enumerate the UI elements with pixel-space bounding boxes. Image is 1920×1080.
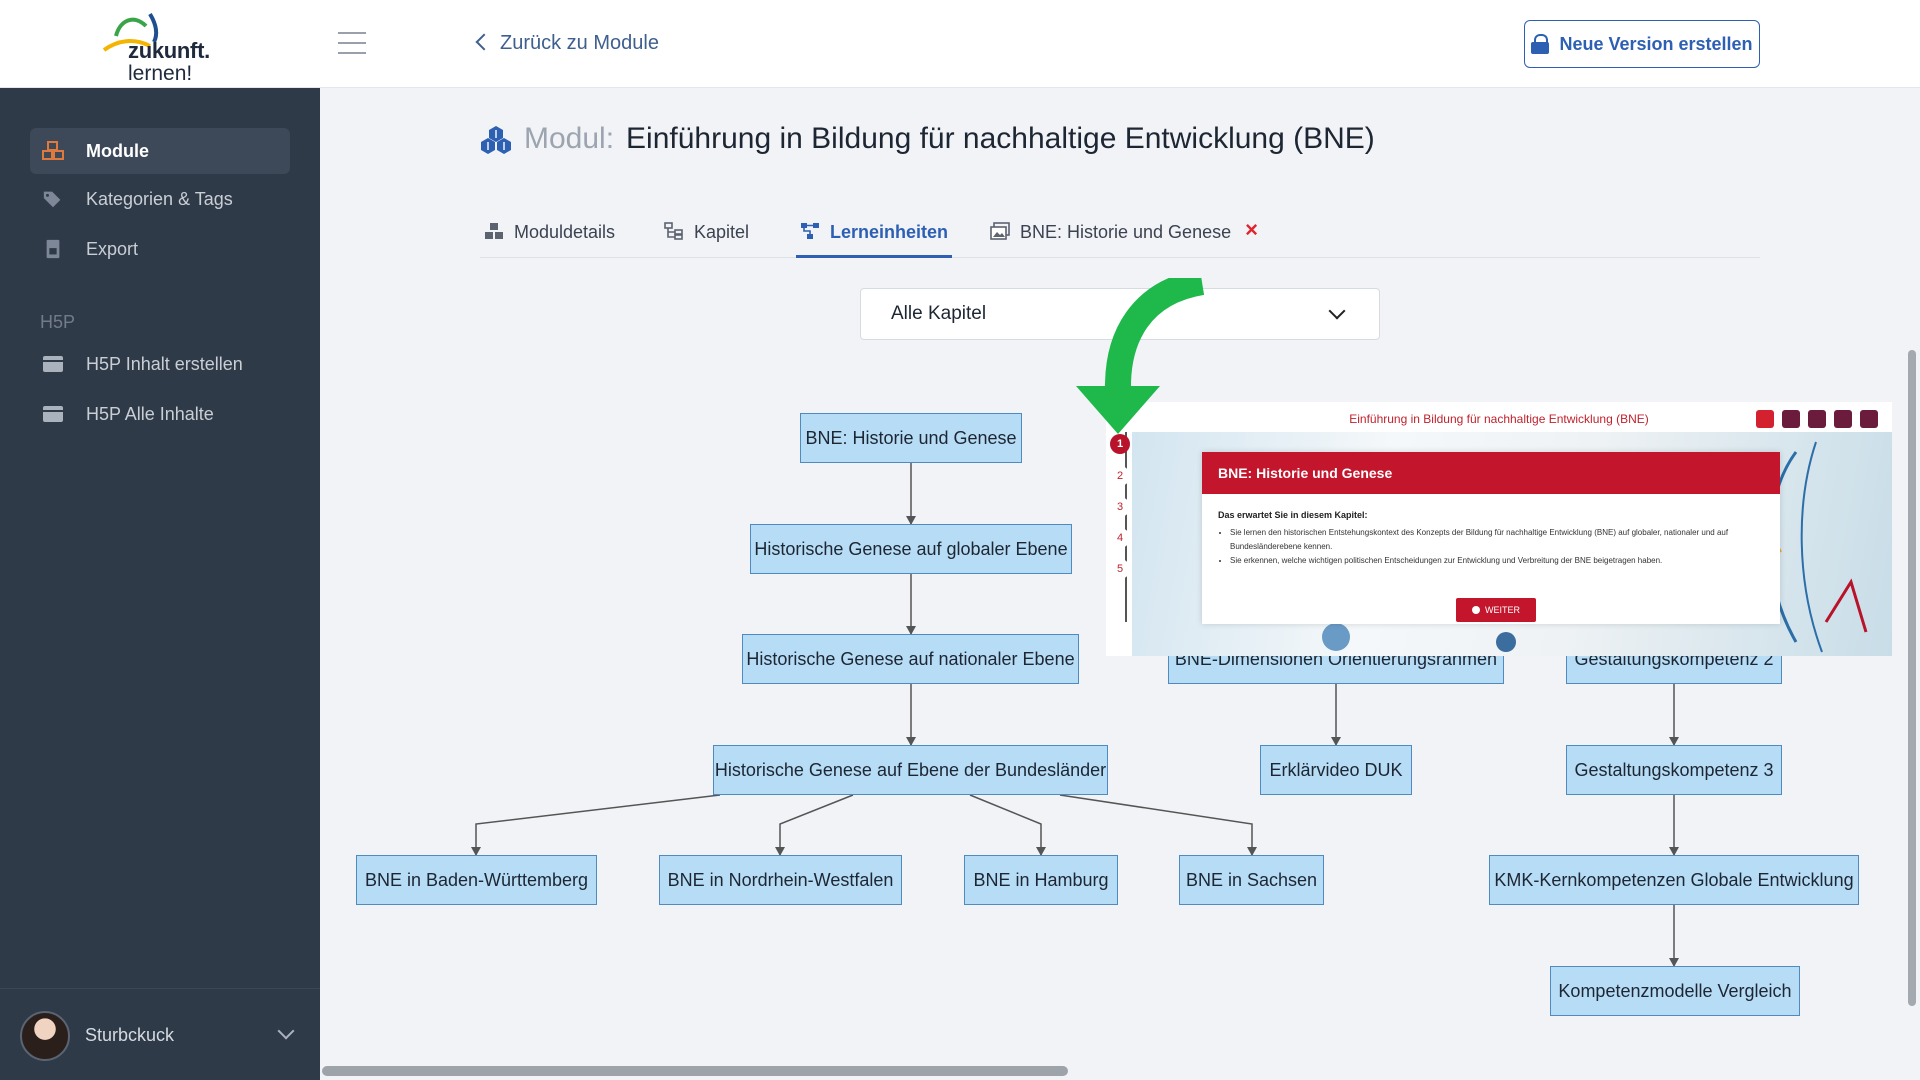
horizontal-scrollbar[interactable] xyxy=(322,1066,1068,1076)
home-icon[interactable] xyxy=(1860,410,1878,428)
tab-label: Lerneinheiten xyxy=(830,222,949,242)
back-link-label: Zurück zu Module xyxy=(500,32,659,54)
tab-kapitel[interactable]: Kapitel xyxy=(664,210,749,258)
chapter-filter-value: Alle Kapitel xyxy=(891,303,987,324)
h5p-icon xyxy=(43,356,63,372)
top-bar: zukunft. lernen! Zurück zu Module Neue V… xyxy=(0,0,1920,88)
sidebar: Module Kategorien & Tags Export H5P H5P … xyxy=(0,88,320,1080)
tree-node[interactable]: Erklärvideo DUK xyxy=(1260,745,1412,795)
chevron-down-icon xyxy=(277,1022,295,1040)
grid-icon[interactable] xyxy=(1782,410,1800,428)
tree-node[interactable]: Historische Genese auf globaler Ebene xyxy=(750,524,1072,574)
sidebar-item-export[interactable]: Export xyxy=(30,226,290,272)
sidebar-section-h5p: H5P xyxy=(40,312,76,332)
logo[interactable]: zukunft. lernen! xyxy=(98,6,228,85)
tab-label: Kapitel xyxy=(694,222,750,242)
close-tab-icon[interactable]: × xyxy=(1245,217,1258,243)
cubes-icon xyxy=(481,126,511,154)
sidebar-item-h5p-all[interactable]: H5P Alle Inhalte xyxy=(30,391,290,437)
tree-node[interactable]: BNE in Sachsen xyxy=(1179,855,1324,905)
preview-step[interactable]: 3 xyxy=(1110,497,1130,517)
tab-moduldetails[interactable]: Moduldetails xyxy=(484,210,615,258)
cubes-icon xyxy=(485,223,503,239)
username: Sturbckuck xyxy=(85,1025,175,1045)
preview-card: BNE: Historie und Genese Das erwartet Si… xyxy=(1202,452,1780,624)
back-to-modules-link[interactable]: Zurück zu Module xyxy=(475,32,659,55)
sidebar-item-label: H5P Alle Inhalte xyxy=(86,403,214,424)
tree-node[interactable]: BNE in Hamburg xyxy=(964,855,1118,905)
preview-bullet: Sie lernen den historischen Entstehungsk… xyxy=(1230,526,1760,554)
page-title: Modul: Einführung in Bildung für nachhal… xyxy=(480,122,1375,156)
preview-toolbar xyxy=(1756,410,1878,428)
new-version-button[interactable]: Neue Version erstellen xyxy=(1524,20,1760,68)
h5p-icon xyxy=(43,406,63,422)
avatar xyxy=(20,1011,70,1061)
menu-toggle-icon[interactable] xyxy=(338,32,366,54)
tree-node[interactable]: BNE in Nordrhein-Westfalen xyxy=(659,855,902,905)
clock-icon[interactable] xyxy=(1808,410,1826,428)
annotation-arrow-icon xyxy=(1076,278,1205,434)
lesson-preview[interactable]: Einführung in Bildung für nachhaltige En… xyxy=(1106,402,1892,656)
tab-bar: Moduldetails Kapitel Lerneinheiten BNE: … xyxy=(480,200,1760,258)
tree-node[interactable]: BNE in Baden-Württemberg xyxy=(356,855,597,905)
sidebar-item-categories-tags[interactable]: Kategorien & Tags xyxy=(30,176,290,222)
logo-word-zukunft: zukunft. xyxy=(128,38,210,63)
chevron-left-icon xyxy=(475,33,493,51)
logo-word-lernen: lernen! xyxy=(128,62,193,85)
sidebar-item-label: Export xyxy=(86,238,139,259)
user-menu[interactable]: Sturbckuck xyxy=(0,988,320,1080)
page-title-prefix: Modul: xyxy=(524,122,615,155)
preview-step[interactable]: 4 xyxy=(1110,528,1130,548)
tab-bne-historie[interactable]: BNE: Historie und Genese × xyxy=(990,210,1258,258)
sidebar-item-label: H5P Inhalt erstellen xyxy=(86,353,243,374)
tree-node[interactable]: Kompetenzmodelle Vergleich xyxy=(1550,966,1800,1016)
tree-node[interactable]: Historische Genese auf nationaler Ebene xyxy=(742,634,1079,684)
export-icon xyxy=(46,239,60,259)
images-icon xyxy=(990,222,1010,240)
new-version-label: Neue Version erstellen xyxy=(1559,33,1753,54)
preview-next-label: WEITER xyxy=(1485,605,1520,615)
tab-label: BNE: Historie und Genese xyxy=(1020,222,1232,242)
tab-label: Moduldetails xyxy=(514,222,616,242)
preview-card-subtitle: Das erwartet Sie in diesem Kapitel: xyxy=(1218,510,1368,520)
chat-icon[interactable] xyxy=(1834,410,1852,428)
play-icon xyxy=(1472,606,1480,614)
tags-icon xyxy=(43,191,61,208)
preview-next-button[interactable]: WEITER xyxy=(1456,598,1536,622)
delete-icon[interactable] xyxy=(1756,410,1774,428)
sidebar-item-module[interactable]: Module xyxy=(30,128,290,174)
preview-bullet-list: Sie lernen den historischen Entstehungsk… xyxy=(1230,526,1760,568)
tree-node[interactable]: KMK-Kernkompetenzen Globale Entwicklung xyxy=(1489,855,1859,905)
sidebar-item-h5p-create[interactable]: H5P Inhalt erstellen xyxy=(30,341,290,387)
page-title-text: Einführung in Bildung für nachhaltige En… xyxy=(626,122,1375,155)
sitemap-icon xyxy=(801,223,819,239)
sidebar-item-label: Module xyxy=(86,140,149,161)
lock-icon xyxy=(1531,34,1550,54)
preview-card-title: BNE: Historie und Genese xyxy=(1202,452,1780,494)
preview-step[interactable]: 5 xyxy=(1110,559,1130,579)
tree-node[interactable]: Historische Genese auf Ebene der Bundesl… xyxy=(713,745,1108,795)
tree-node[interactable]: BNE: Historie und Genese xyxy=(800,413,1022,463)
vertical-scrollbar[interactable] xyxy=(1908,350,1916,1006)
chevron-down-icon xyxy=(1328,302,1346,320)
tree-node[interactable]: Gestaltungskompetenz 3 xyxy=(1566,745,1782,795)
preview-step[interactable]: 2 xyxy=(1110,466,1130,486)
preview-step-line xyxy=(1125,432,1127,622)
outline-icon xyxy=(664,222,683,240)
preview-bullet: Sie erkennen, welche wichtigen politisch… xyxy=(1230,554,1760,568)
sidebar-item-label: Kategorien & Tags xyxy=(86,188,233,209)
cubes-icon xyxy=(42,141,64,160)
tab-lerneinheiten[interactable]: Lerneinheiten xyxy=(796,210,953,258)
